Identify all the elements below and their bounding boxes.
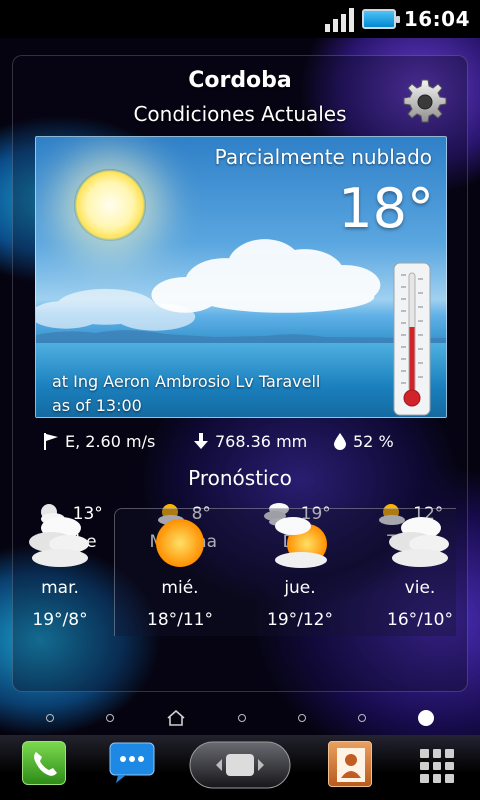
sun-cloud-icon [275, 517, 327, 568]
station-info: at Ing Aeron Ambrosio Lv Taravell as of … [52, 370, 321, 417]
location-title: Cordoba [188, 68, 292, 93]
condition-text: Parcialmente nublado [214, 145, 432, 169]
thermometer-icon [393, 262, 431, 416]
page-dot[interactable] [106, 714, 114, 722]
day-name: mar. [41, 578, 79, 598]
sun-icon [156, 519, 204, 567]
day-item[interactable]: mié. 18°/11° [125, 512, 235, 632]
observation-time: as of 13:00 [52, 396, 142, 415]
wind-stat: E, 2.60 m/s [43, 432, 193, 451]
forecast-title: Pronóstico [188, 466, 292, 490]
daily-forecast-row: mar. 19°/8° mié. 18°/11° jue. 19°/12° vi… [0, 512, 480, 632]
day-name: jue. [284, 578, 316, 598]
pressure-value: 768.36 mm [215, 431, 308, 451]
page-dot[interactable] [358, 714, 366, 722]
gear-icon[interactable] [401, 78, 449, 126]
cloud-icon [29, 517, 89, 567]
page-dot[interactable] [238, 714, 246, 722]
day-name: vie. [404, 578, 436, 598]
app-dock [0, 735, 480, 800]
day-range: 19°/8° [32, 610, 88, 630]
app-drawer-icon[interactable] [188, 738, 292, 792]
home-page-indicator[interactable] [0, 705, 480, 731]
day-range: 16°/10° [387, 610, 453, 630]
cloud-icon [389, 517, 449, 567]
humidity-value: 52 % [353, 431, 394, 451]
wind-value: E, 2.60 m/s [65, 431, 156, 451]
status-clock: 16:04 [403, 7, 470, 31]
flag-icon [44, 433, 58, 450]
page-dot[interactable] [298, 714, 306, 722]
arrow-down-icon [194, 433, 208, 449]
battery-icon [361, 9, 400, 29]
current-conditions-panel[interactable]: Parcialmente nublado 18° at Ing Aeron Am… [35, 136, 447, 418]
day-range: 19°/12° [267, 610, 333, 630]
pressure-stat: 768.36 mm [193, 432, 333, 451]
current-temperature: 18° [338, 177, 434, 240]
messaging-icon[interactable] [108, 741, 156, 785]
signal-icon [324, 6, 354, 32]
current-stats-row: E, 2.60 m/s 768.36 mm 52 % [35, 424, 447, 458]
phone-icon[interactable] [22, 741, 66, 785]
widget-subtitle: Condiciones Actuales [133, 102, 347, 126]
home-icon[interactable] [166, 710, 186, 726]
status-bar: 16:04 [0, 0, 480, 38]
page-dot-active[interactable] [418, 710, 434, 726]
drop-icon [334, 433, 346, 450]
day-item[interactable]: mar. 19°/8° [5, 512, 115, 632]
day-item[interactable]: vie. 16°/10° [365, 512, 475, 632]
humidity-stat: 52 % [333, 432, 433, 451]
day-name: mié. [161, 578, 199, 598]
day-item[interactable]: jue. 19°/12° [245, 512, 355, 632]
day-range: 18°/11° [147, 610, 213, 630]
contacts-icon[interactable] [328, 741, 372, 787]
apps-grid-icon[interactable] [420, 749, 454, 783]
station-name: at Ing Aeron Ambrosio Lv Taravell [52, 372, 321, 391]
page-dot[interactable] [46, 714, 54, 722]
